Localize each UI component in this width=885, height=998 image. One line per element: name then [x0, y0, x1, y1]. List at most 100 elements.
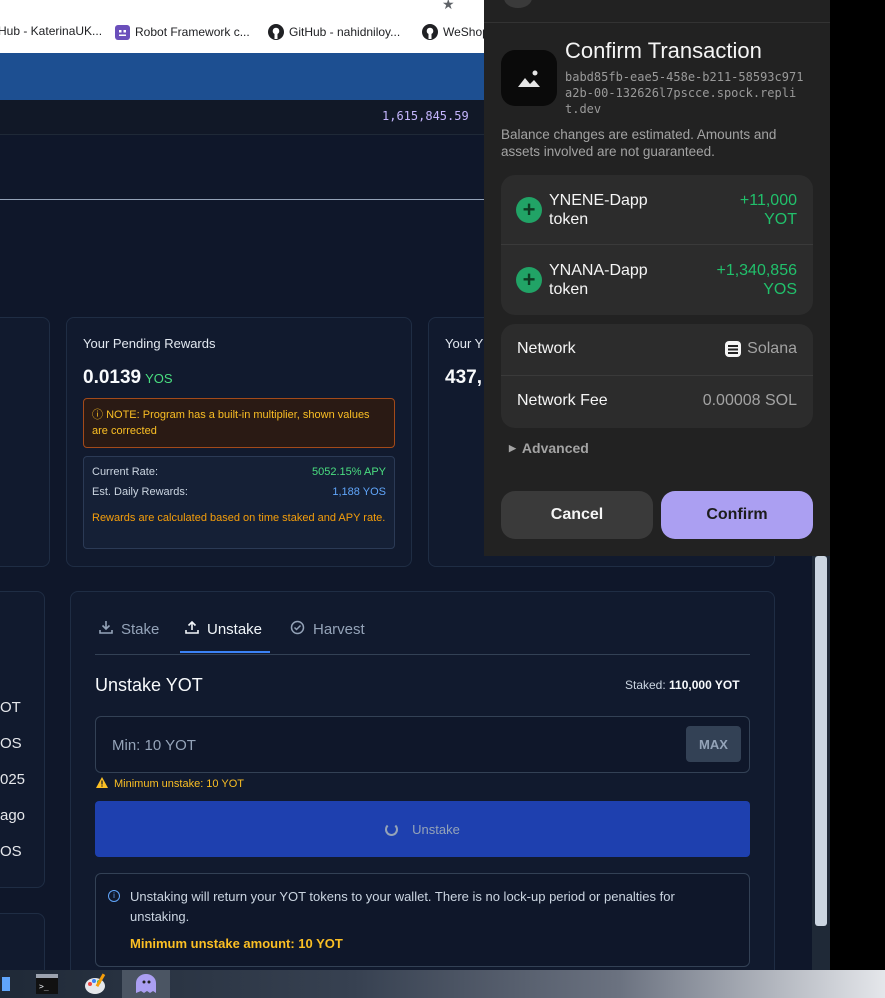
staked-value: 110,000 YOT: [669, 678, 740, 692]
stat-card-left: [0, 317, 50, 567]
advanced-label: Advanced: [521, 440, 589, 456]
token-amount: +11,000 YOT: [740, 191, 797, 229]
list-item: OS: [0, 843, 22, 860]
multiplier-note: ⓘ NOTE: Program has a built-in multiplie…: [83, 398, 395, 448]
rates-box: Current Rate: 5052.15% APY Est. Daily Re…: [83, 456, 395, 549]
bookmark-label: WeShop: [443, 25, 489, 39]
taskbar: >_: [0, 970, 885, 998]
ticker-value: 1,615,845.59: [382, 109, 469, 123]
balance-change-row: + YNANA-Dapp token +1,340,856 YOS: [501, 245, 813, 315]
your-card-value: 437,: [445, 367, 482, 388]
terminal-icon[interactable]: >_: [33, 970, 61, 998]
confirm-button[interactable]: Confirm: [661, 491, 813, 539]
network-row: Network Solana: [501, 324, 813, 376]
popup-divider: [484, 22, 830, 23]
pending-rewards-title: Your Pending Rewards: [83, 336, 216, 351]
network-name: Solana: [747, 340, 797, 357]
min-unstake-warning: Minimum unstake: 10 YOT: [96, 777, 244, 791]
unstake-info-box: i Unstaking will return your YOT tokens …: [95, 873, 750, 967]
taskbar-app-icon[interactable]: [0, 970, 14, 998]
tab-label: Harvest: [313, 621, 365, 638]
network-value: Solana: [725, 340, 797, 358]
unstake-button[interactable]: Unstake: [95, 801, 750, 857]
dapp-image-icon: [501, 50, 557, 106]
tab-bar: Stake Unstake Harvest: [95, 612, 750, 655]
solana-icon: [725, 341, 742, 357]
amount-unit: YOT: [764, 211, 797, 228]
bookmarks-bar: ★ Hub - KaterinaUK... Robot Framework c.…: [0, 0, 489, 53]
plus-icon: +: [516, 197, 542, 223]
list-item: OS: [0, 735, 22, 752]
your-card-title: Your Y: [445, 336, 484, 351]
upload-icon: [185, 620, 199, 638]
rewards-amount: 0.0139: [83, 367, 142, 388]
bookmark-label: Robot Framework c...: [135, 25, 250, 39]
balance-disclaimer: Balance changes are estimated. Amounts a…: [501, 127, 777, 159]
list-item: OT: [0, 699, 21, 716]
paint-icon[interactable]: [82, 970, 110, 998]
popup-title: Confirm Transaction: [565, 38, 762, 63]
token-name: YNENE-Dapp token: [549, 192, 648, 228]
scrollbar-thumb[interactable]: [815, 556, 827, 926]
active-tab-indicator: [180, 651, 270, 653]
info-icon: ⓘ: [92, 409, 107, 421]
note-text: NOTE: Program has a built-in multiplier,…: [92, 409, 370, 437]
list-item: 025: [0, 771, 26, 788]
bookmark-katerina[interactable]: Hub - KaterinaUK...: [0, 24, 102, 38]
bookmark-label: GitHub - nahidniloy...: [289, 25, 401, 39]
staked-amount: Staked: 110,000 YOT: [625, 678, 740, 692]
github-icon: [268, 24, 284, 40]
amount-value: +11,000: [739, 192, 797, 209]
wallet-confirm-popup: Confirm Transaction babd85fb-eae5-458e-b…: [484, 0, 830, 556]
svg-text:>_: >_: [39, 982, 49, 991]
unstake-heading: Unstake YOT: [95, 675, 203, 695]
amount-unit: YOS: [763, 281, 797, 298]
token-name: YNANA-Dapp token: [549, 262, 648, 298]
advanced-toggle[interactable]: ▶ Advanced: [509, 440, 589, 456]
screen-edge: [830, 0, 885, 970]
amount-value: +1,340,856: [716, 262, 797, 279]
rewards-unit: YOS: [145, 371, 173, 386]
daily-rewards-label: Est. Daily Rewards:: [92, 486, 188, 498]
list-item: ago: [0, 807, 26, 824]
unstake-button-label: Unstake: [412, 821, 460, 837]
app-header: [0, 53, 484, 100]
github-icon: [422, 24, 438, 40]
network-label: Network: [517, 340, 576, 357]
current-rate-value: 5052.15% APY: [311, 466, 386, 478]
current-rate-label: Current Rate:: [92, 466, 159, 478]
balance-changes: + YNENE-Dapp token +11,000 YOT + YNANA-Da…: [501, 175, 813, 315]
popup-handle: [504, 0, 532, 8]
robot-icon: [114, 24, 130, 40]
info-min-amount: Minimum unstake amount: 10 YOT: [130, 936, 343, 951]
tab-stake[interactable]: Stake: [99, 620, 159, 638]
info-text: Unstaking will return your YOT tokens to…: [130, 889, 675, 924]
network-fee-row: Network Fee 0.00008 SOL: [501, 376, 813, 428]
network-details: Network Solana Network Fee 0.00008 SOL: [501, 324, 813, 428]
max-button[interactable]: MAX: [686, 726, 741, 762]
bookmark-label: Hub - KaterinaUK...: [0, 24, 103, 38]
download-icon: [99, 620, 113, 638]
rewards-calc-note: Rewards are calculated based on time sta…: [92, 512, 386, 524]
bookmark-robot-framework[interactable]: Robot Framework c...: [114, 24, 250, 40]
phantom-wallet-icon[interactable]: [122, 970, 170, 998]
star-icon[interactable]: ★: [442, 0, 455, 13]
balance-change-row: + YNENE-Dapp token +11,000 YOT: [501, 175, 813, 245]
ticker-bar: 1,615,845.59: [0, 100, 484, 135]
cancel-button[interactable]: Cancel: [501, 491, 653, 539]
network-fee-label: Network Fee: [517, 392, 608, 409]
network-fee-value: 0.00008 SOL: [702, 392, 797, 409]
unstake-amount-input[interactable]: Min: 10 YOT: [95, 716, 750, 773]
bookmark-github-nahid[interactable]: GitHub - nahidniloy...: [268, 24, 400, 40]
tab-harvest[interactable]: Harvest: [290, 620, 365, 639]
warning-icon: [96, 777, 108, 791]
tab-label: Stake: [121, 620, 160, 638]
daily-rewards-value: 1,188 YOS: [332, 486, 386, 498]
tab-unstake[interactable]: Unstake: [185, 620, 262, 638]
bookmark-weshop[interactable]: WeShop: [422, 24, 489, 40]
dapp-domain: babd85fb-eae5-458e-b211-58593c971a2b-00-…: [565, 70, 804, 116]
warning-text: Minimum unstake: 10 YOT: [114, 778, 245, 790]
token-amount: +1,340,856 YOS: [716, 261, 797, 299]
check-circle-icon: [290, 620, 305, 639]
caret-right-icon: ▶: [509, 442, 516, 453]
